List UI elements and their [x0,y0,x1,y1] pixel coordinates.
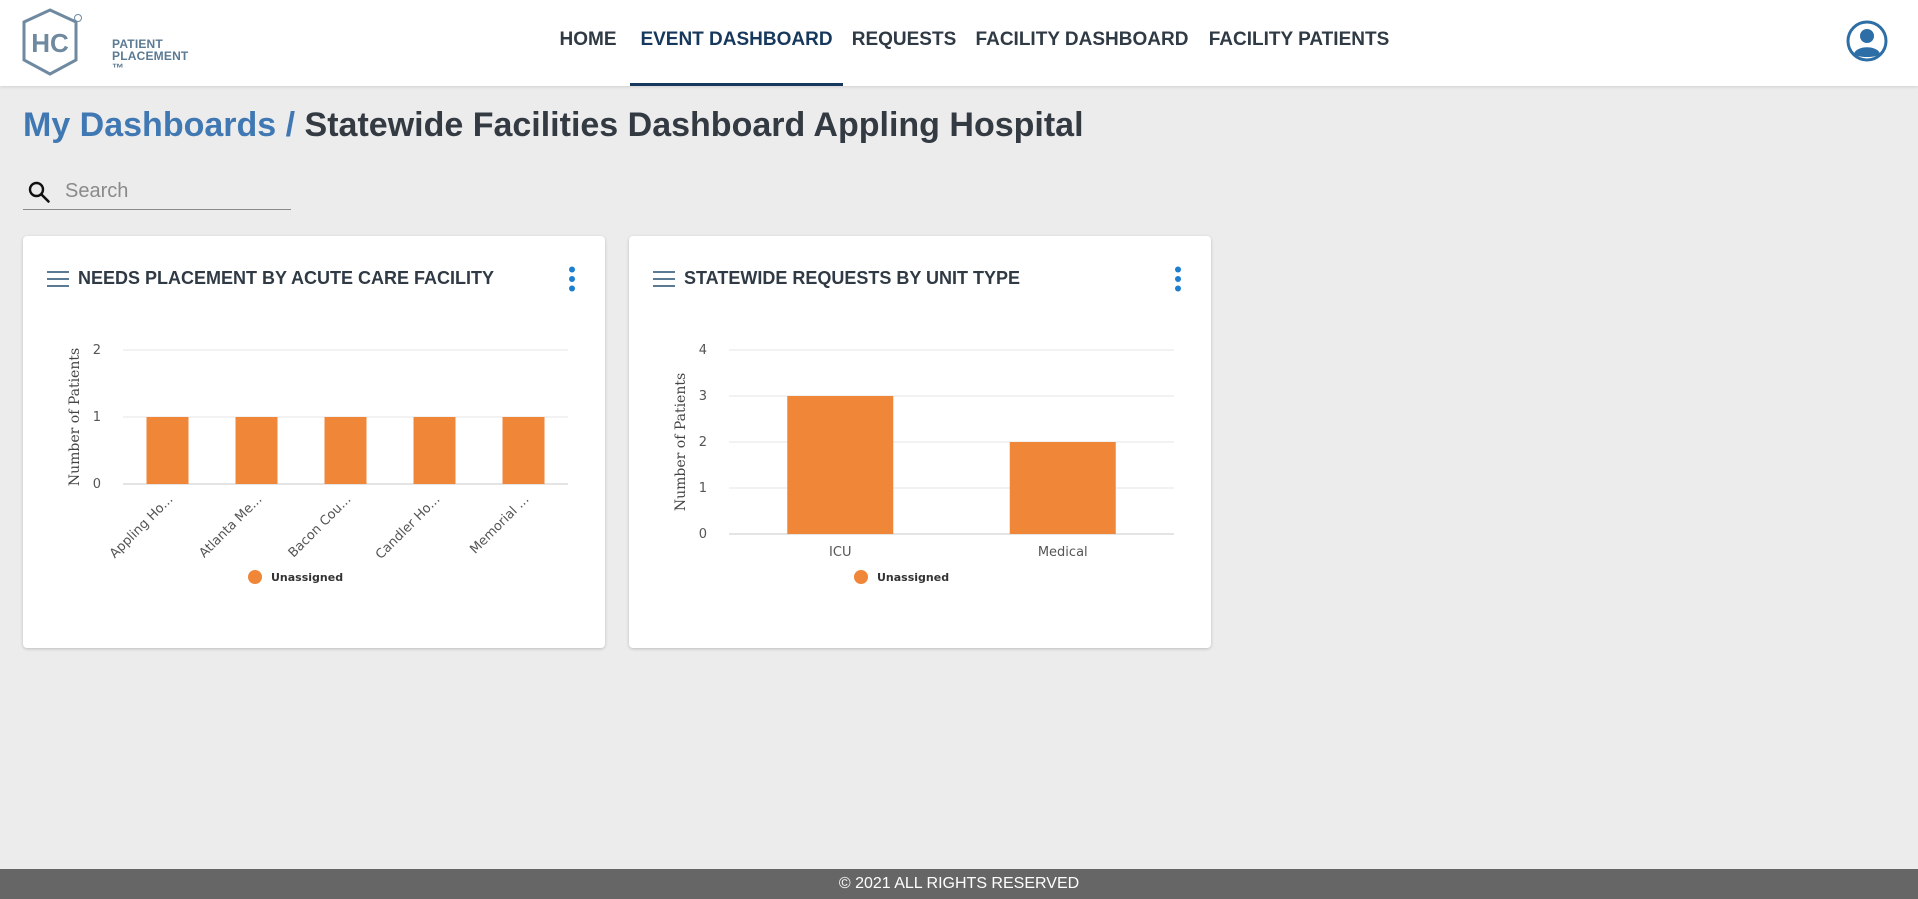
bar-chart-requests-by-unit: 0 1 2 3 4 Number of Patients ICU Medical Unassig… [673,343,1174,584]
search-input[interactable] [65,176,285,206]
legend-label: Unassigned [271,571,343,584]
x-tick-label: Bacon Cou... [286,492,355,561]
search-icon [28,181,50,203]
card-title: STATEWIDE REQUESTS BY UNIT TYPE [684,268,1021,288]
nav-event-dashboard[interactable]: EVENT DASHBOARD [630,0,843,86]
chart-legend[interactable]: Unassigned [854,570,949,584]
bar[interactable] [146,417,189,484]
bar[interactable] [324,417,367,484]
bar[interactable] [787,396,894,534]
main-nav: HOME EVENT DASHBOARD REQUESTS FACILITY D… [0,0,1918,86]
hamburger-menu-icon[interactable] [653,270,675,288]
bar-chart-needs-placement: 0 1 2 Number of Patients Appling Ho... Atlant… [67,343,568,584]
y-tick-label: 1 [93,410,101,425]
card-title: NEEDS PLACEMENT BY ACUTE CARE FACILITY [78,268,495,288]
y-tick-label: 0 [93,477,101,492]
nav-facility-patients[interactable]: FACILITY PATIENTS [1204,0,1394,86]
bar[interactable] [235,417,278,484]
dashboard-card-needs-placement: NEEDS PLACEMENT BY ACUTE CARE FACILITY 0… [23,236,605,648]
x-tick-label: Medical [1038,545,1088,560]
top-bar: HC PATIENT PLACEMENT ™ HOME EVENT DASHBO… [0,0,1918,86]
x-tick-label: ICU [829,545,851,560]
dashboard-card-requests-by-unit: STATEWIDE REQUESTS BY UNIT TYPE 0 1 2 3 4 Num… [629,236,1211,648]
user-circle-icon[interactable] [1846,20,1888,62]
bar[interactable] [1009,442,1116,534]
chart-legend[interactable]: Unassigned [248,570,343,584]
bar[interactable] [413,417,456,484]
x-tick-label: Atlanta Me... [196,492,265,561]
y-tick-label: 0 [699,527,707,542]
y-axis-label: Number of Patients [673,373,689,511]
y-axis-label: Number of Patients [67,348,83,486]
legend-marker [854,570,868,584]
breadcrumb-my-dashboards[interactable]: My Dashboards [23,106,276,144]
y-tick-label: 2 [93,343,101,358]
page-title: My Dashboards / Statewide Facilities Das… [23,106,1084,145]
card-header: NEEDS PLACEMENT BY ACUTE CARE FACILITY [23,236,605,316]
search-bar [23,172,291,210]
hamburger-menu-icon[interactable] [47,270,69,288]
x-tick-label: Appling Ho... [107,492,176,561]
more-options-icon[interactable] [567,266,577,292]
nav-requests[interactable]: REQUESTS [850,0,958,86]
x-tick-label: Candler Ho... [373,492,443,562]
card-header: STATEWIDE REQUESTS BY UNIT TYPE [629,236,1211,316]
footer: © 2021 ALL RIGHTS RESERVED [0,869,1918,899]
y-tick-label: 3 [699,389,707,404]
breadcrumb-current: Statewide Facilities Dashboard Appling H… [304,106,1084,144]
bar[interactable] [502,417,545,484]
more-options-icon[interactable] [1173,266,1183,292]
nav-home[interactable]: HOME [550,0,626,86]
breadcrumb-separator: / [285,106,296,144]
y-tick-label: 1 [699,481,707,496]
legend-marker [248,570,262,584]
nav-facility-dashboard[interactable]: FACILITY DASHBOARD [974,0,1190,86]
x-tick-label: Memorial ... [467,492,532,557]
legend-label: Unassigned [877,571,949,584]
y-tick-label: 4 [699,343,707,358]
y-tick-label: 2 [699,435,707,450]
